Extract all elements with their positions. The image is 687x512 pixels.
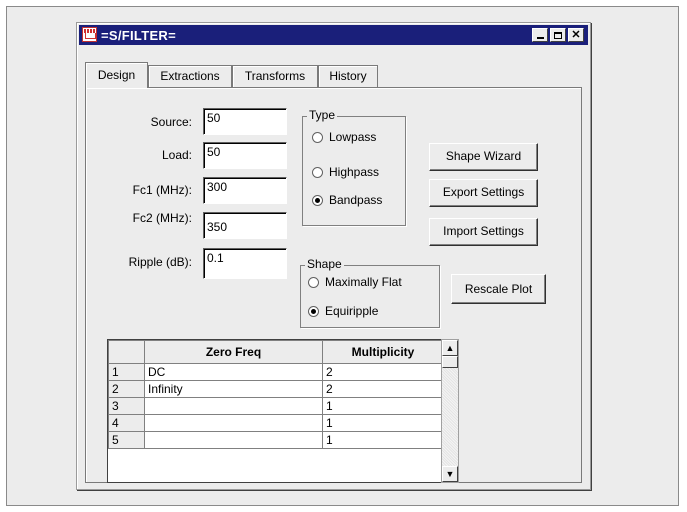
tab-extractions-label: Extractions <box>160 69 220 83</box>
window-controls: ✕ <box>530 28 584 42</box>
tab-history-label: History <box>329 69 367 83</box>
fc2-label: Fc2 (MHz): <box>132 211 192 225</box>
zero-freq-table: Zero Freq Multiplicity 1 DC 2 2 Infinity… <box>107 339 442 483</box>
tab-design-label: Design <box>97 68 136 82</box>
zero-freq-cell[interactable]: Infinity <box>144 380 323 398</box>
table-header-row: Zero Freq Multiplicity <box>108 340 441 364</box>
title-bar[interactable]: =S/FILTER= ✕ <box>79 25 588 45</box>
row-number: 4 <box>108 414 145 432</box>
arrow-down-icon: ▼ <box>445 469 455 479</box>
maximally-flat-radio[interactable]: Maximally Flat <box>308 275 402 289</box>
scroll-down-button[interactable]: ▼ <box>442 466 458 482</box>
tab-history[interactable]: History <box>318 65 378 87</box>
maximally-flat-label: Maximally Flat <box>325 275 402 289</box>
table-row: 4 1 <box>108 414 441 432</box>
highpass-radio[interactable]: Highpass <box>312 165 379 179</box>
multiplicity-cell[interactable]: 2 <box>322 363 441 381</box>
zero-freq-cell[interactable] <box>144 414 323 432</box>
maximize-icon <box>554 31 562 39</box>
table-scrollbar[interactable]: ▲ ▼ <box>441 339 459 483</box>
filter-window: =S/FILTER= ✕ Design Extractions Transfor… <box>76 22 591 490</box>
multiplicity-cell[interactable]: 1 <box>322 431 441 449</box>
maximize-button[interactable] <box>550 28 566 42</box>
app-icon[interactable] <box>82 27 97 42</box>
tab-transforms-label: Transforms <box>244 69 306 83</box>
source-label: Source: <box>150 115 192 129</box>
zero-freq-grid: Zero Freq Multiplicity 1 DC 2 2 Infinity… <box>108 340 441 449</box>
row-number-header <box>108 340 145 364</box>
equiripple-radio-icon <box>308 305 319 317</box>
shape-wizard-button[interactable]: Shape Wizard <box>429 143 538 171</box>
tab-design[interactable]: Design <box>85 62 148 88</box>
fc1-label: Fc1 (MHz): <box>132 183 192 197</box>
multiplicity-header[interactable]: Multiplicity <box>322 340 441 364</box>
lowpass-radio-icon <box>312 131 323 143</box>
highpass-label: Highpass <box>329 165 380 179</box>
export-settings-button[interactable]: Export Settings <box>429 179 538 207</box>
zero-freq-cell[interactable]: DC <box>144 363 323 381</box>
scroll-up-button[interactable]: ▲ <box>442 340 458 356</box>
arrow-up-icon: ▲ <box>445 343 455 353</box>
scroll-thumb[interactable] <box>442 356 458 368</box>
row-number: 5 <box>108 431 145 449</box>
bandpass-radio[interactable]: Bandpass <box>312 193 382 207</box>
lowpass-label: Lowpass <box>329 130 377 144</box>
table-row: 5 1 <box>108 431 441 449</box>
minimize-icon <box>536 37 544 39</box>
row-number: 2 <box>108 380 145 398</box>
equiripple-label: Equiripple <box>325 304 379 318</box>
close-icon: ✕ <box>571 29 581 41</box>
tab-extractions[interactable]: Extractions <box>148 65 232 87</box>
table-row: 2 Infinity 2 <box>108 380 441 398</box>
fc2-input[interactable]: 350 <box>203 212 287 239</box>
load-label: Load: <box>161 148 192 162</box>
bandpass-radio-icon <box>312 194 323 206</box>
highpass-radio-icon <box>312 166 323 178</box>
source-input[interactable]: 50 <box>203 108 287 135</box>
window-title: =S/FILTER= <box>101 28 176 43</box>
multiplicity-cell[interactable]: 1 <box>322 397 441 415</box>
zero-freq-cell[interactable] <box>144 431 323 449</box>
maximally-flat-radio-icon <box>308 276 319 288</box>
load-input[interactable]: 50 <box>203 142 287 169</box>
import-settings-button[interactable]: Import Settings <box>429 218 538 246</box>
lowpass-radio[interactable]: Lowpass <box>312 130 376 144</box>
row-number: 1 <box>108 363 145 381</box>
row-number: 3 <box>108 397 145 415</box>
table-row: 1 DC 2 <box>108 363 441 381</box>
multiplicity-cell[interactable]: 2 <box>322 380 441 398</box>
type-group-legend: Type <box>307 108 338 122</box>
ripple-input[interactable]: 0.1 <box>203 248 287 279</box>
minimize-button[interactable] <box>532 28 548 42</box>
multiplicity-cell[interactable]: 1 <box>322 414 441 432</box>
zero-freq-cell[interactable] <box>144 397 323 415</box>
ripple-label: Ripple (dB): <box>128 255 192 269</box>
equiripple-radio[interactable]: Equiripple <box>308 304 378 318</box>
fc1-input[interactable]: 300 <box>203 177 287 204</box>
table-row: 3 1 <box>108 397 441 415</box>
close-button[interactable]: ✕ <box>568 28 584 42</box>
tab-transforms[interactable]: Transforms <box>232 65 318 87</box>
bandpass-label: Bandpass <box>329 193 383 207</box>
zero-freq-header[interactable]: Zero Freq <box>144 340 323 364</box>
shape-group-legend: Shape <box>305 257 344 271</box>
rescale-plot-button[interactable]: Rescale Plot <box>451 274 546 304</box>
